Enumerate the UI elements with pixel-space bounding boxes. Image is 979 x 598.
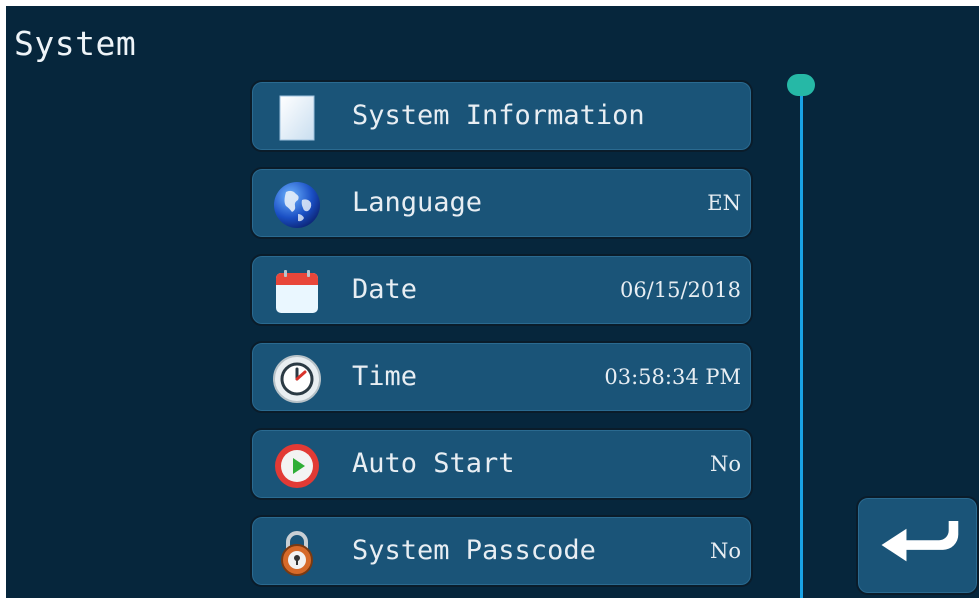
menu-item-system-passcode[interactable]: System Passcode No (250, 515, 753, 587)
menu-item-label: Time (352, 361, 418, 392)
menu-item-language[interactable]: Language EN (250, 167, 753, 239)
scrollbar-thumb[interactable] (787, 74, 815, 96)
play-icon (275, 444, 319, 488)
page-title: System (14, 24, 137, 63)
menu-item-value: No (709, 452, 741, 476)
clock-icon (273, 355, 321, 403)
menu-item-label: System Information (352, 100, 645, 131)
menu-item-label: Auto Start (352, 448, 515, 479)
menu-item-label: Language (352, 187, 483, 218)
back-button[interactable] (856, 496, 979, 595)
menu-item-value: EN (707, 191, 741, 215)
menu-item-label: Date (352, 274, 418, 305)
menu-item-auto-start[interactable]: Auto Start No (250, 428, 753, 500)
document-icon (279, 95, 315, 141)
menu-item-label: System Passcode (352, 535, 596, 566)
menu-item-value: No (709, 539, 741, 563)
scrollbar-track[interactable] (800, 86, 803, 598)
menu-item-value: 06/15/2018 (619, 278, 741, 302)
padlock-icon (281, 531, 313, 576)
globe-icon (274, 182, 320, 228)
menu-item-system-information[interactable]: System Information (250, 80, 753, 152)
system-screen: System System Information Language EN Da… (6, 6, 979, 598)
menu-item-date[interactable]: Date 06/15/2018 (250, 254, 753, 326)
calendar-icon (276, 270, 318, 313)
menu-item-value: 03:58:34 PM (604, 365, 741, 389)
return-arrow-icon (881, 521, 959, 562)
menu-item-time[interactable]: Time 03:58:34 PM (250, 341, 753, 413)
